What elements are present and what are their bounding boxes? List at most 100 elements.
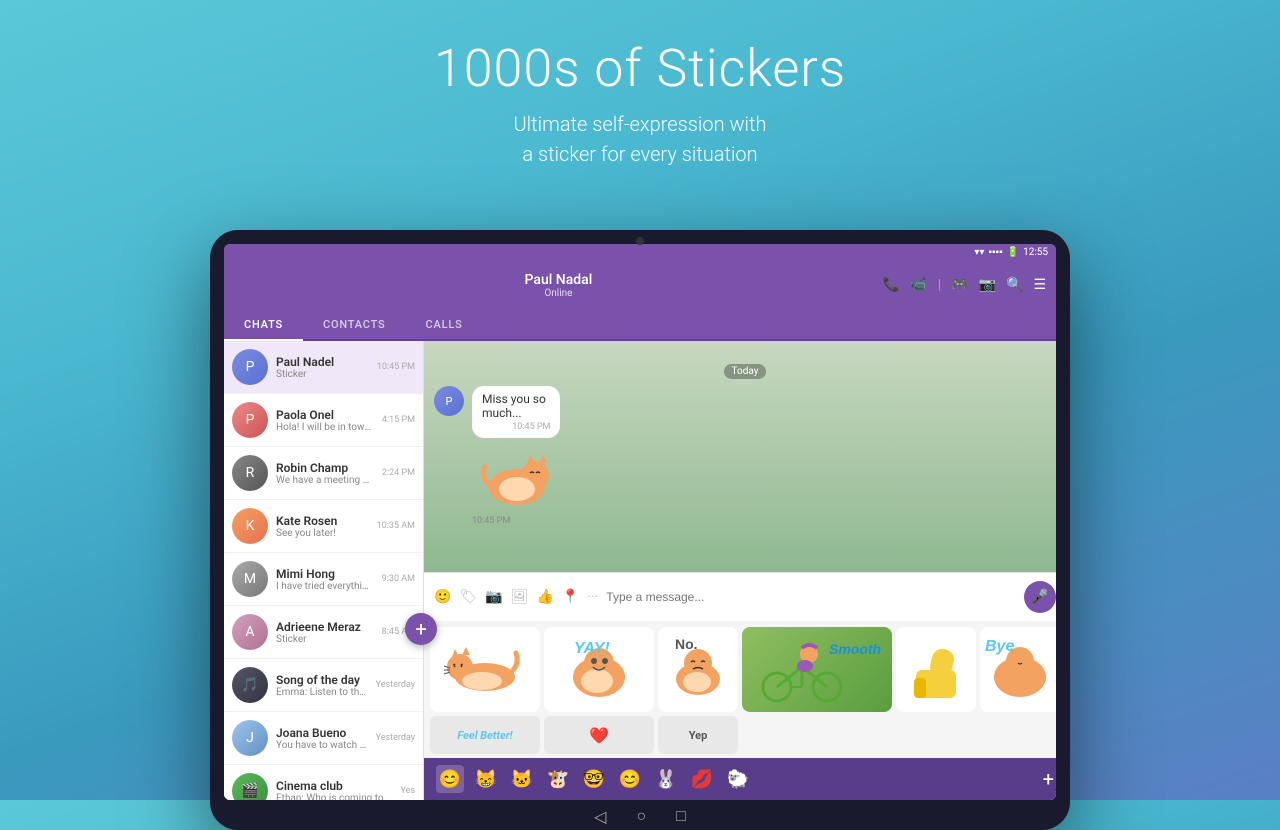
search-icon[interactable]: 🔍: [1006, 277, 1023, 293]
emoji-input-icon[interactable]: 🙂: [434, 589, 451, 605]
message-avatar: P: [434, 386, 464, 416]
menu-icon[interactable]: ☰: [1033, 277, 1046, 293]
chat-preview: I have tried everything, nothing works!: [276, 581, 374, 592]
call-icon[interactable]: 📞: [883, 277, 900, 293]
sticker-thumb-svg: [906, 635, 966, 705]
sticker-smooth-svg: Smooth: [747, 632, 887, 707]
mic-button[interactable]: 🎤: [1024, 581, 1056, 613]
svg-text:Bye: Bye: [985, 638, 1014, 655]
add-chat-button[interactable]: +: [405, 613, 437, 645]
chat-item-paul[interactable]: P Paul Nadel Sticker 10:45 PM: [224, 341, 423, 394]
chat-info-cinema: Cinema club Ethan: Who is coming tonight…: [276, 779, 392, 801]
chat-info-mimi: Mimi Hong I have tried everything, nothi…: [276, 567, 374, 592]
svg-text:Smooth: Smooth: [829, 641, 881, 657]
chat-info-song: Song of the day Emma: Listen to this tra…: [276, 673, 368, 698]
emoji-bar-items: 😊 😸 🐱 🐮 🤓 😊 🐰 💋 🐑: [436, 765, 752, 793]
like-input-icon[interactable]: 👍: [536, 589, 553, 605]
tab-calls[interactable]: CALLS: [406, 310, 483, 339]
emoji-add-button[interactable]: +: [1043, 767, 1054, 791]
emoji-item-cat2[interactable]: 🐱: [508, 765, 536, 793]
wifi-icon: ▾▾: [974, 247, 984, 258]
tab-contacts[interactable]: CONTACTS: [303, 310, 406, 339]
hero-title: 1000s of Stickers: [0, 38, 1280, 99]
status-bar: ▾▾ ▪▪▪▪ 🔋 12:55: [224, 244, 1056, 260]
chat-item-cinema[interactable]: 🎬 Cinema club Ethan: Who is coming tonig…: [224, 765, 423, 800]
sticker-cat-svg: [477, 447, 557, 512]
sticker-no-svg: No.: [663, 635, 733, 705]
camera-icon[interactable]: 📷: [979, 277, 996, 293]
chat-meta: 10:45 PM: [377, 362, 415, 372]
back-button[interactable]: ◁: [594, 807, 606, 826]
input-icons-left: 🙂 🏷 📷 🖼 👍 📍 ···: [434, 589, 598, 605]
message-input[interactable]: [606, 590, 1016, 604]
chat-preview: Sticker: [276, 634, 374, 645]
emoji-item-nerd[interactable]: 🤓: [580, 765, 608, 793]
video-icon[interactable]: 📹: [910, 277, 927, 293]
location-input-icon[interactable]: 📍: [562, 589, 579, 605]
emoji-item-lips[interactable]: 💋: [688, 765, 716, 793]
emoji-item-smiley[interactable]: 😊: [436, 765, 464, 793]
sticker-bye[interactable]: Bye: [980, 627, 1056, 712]
chat-item-robin[interactable]: R Robin Champ We have a meeting at 16 o'…: [224, 447, 423, 500]
sticker-display: [472, 444, 562, 514]
chat-preview: Emma: Listen to this track!: [276, 687, 368, 698]
sticker-yep[interactable]: Yep: [658, 716, 738, 754]
emoji-item-rabbit[interactable]: 🐰: [652, 765, 680, 793]
emoji-item-cat[interactable]: 😸: [472, 765, 500, 793]
chat-time: 10:35 AM: [377, 521, 415, 531]
emoji-bar: 😊 😸 🐱 🐮 🤓 😊 🐰 💋 🐑 +: [424, 758, 1056, 800]
gamepad-icon[interactable]: 🎮: [951, 277, 968, 293]
camera-input-icon[interactable]: 📷: [485, 589, 502, 605]
chat-name: Cinema club: [276, 779, 392, 793]
sticker-1[interactable]: [430, 627, 540, 712]
nav-tabs: CHATS CONTACTS CALLS: [224, 310, 1056, 341]
sticker-input-icon[interactable]: 🏷: [459, 589, 477, 605]
sticker-cat-stretch: [440, 635, 530, 705]
svg-text:No.: No.: [675, 636, 698, 652]
contact-name: Paul Nadal: [234, 272, 883, 288]
chat-time: 9:30 AM: [382, 574, 415, 584]
chat-item-adrieene[interactable]: A Adrieene Meraz Sticker 8:45 AM: [224, 606, 423, 659]
avatar-song: 🎵: [232, 667, 268, 703]
chat-item-mimi[interactable]: M Mimi Hong I have tried everything, not…: [224, 553, 423, 606]
sticker-thumb[interactable]: [896, 627, 976, 712]
avatar-kate: K: [232, 508, 268, 544]
sticker-smooth[interactable]: Smooth: [742, 627, 892, 712]
chat-messages: Today P Miss you so much... 10:45 PM: [424, 341, 1056, 572]
chat-info-robin: Robin Champ We have a meeting at 16 o'cl…: [276, 461, 374, 486]
svg-text:YAY!: YAY!: [574, 640, 611, 657]
sticker-no[interactable]: No.: [658, 627, 738, 712]
sticker-row-1: YAY! No.: [424, 621, 1056, 714]
home-button[interactable]: ○: [636, 806, 646, 826]
chat-item-song[interactable]: 🎵 Song of the day Emma: Listen to this t…: [224, 659, 423, 712]
sticker-feel-better[interactable]: Feel Better!: [430, 716, 540, 754]
emoji-item-cow[interactable]: 🐮: [544, 765, 572, 793]
chat-time: 10:45 PM: [377, 362, 415, 372]
chat-item-paola[interactable]: P Paola Onel Hola! I will be in town nex…: [224, 394, 423, 447]
chat-item-joana[interactable]: J Joana Bueno You have to watch this! Ye…: [224, 712, 423, 765]
more-input-icon[interactable]: ···: [587, 589, 598, 605]
chat-preview: You have to watch this!: [276, 740, 368, 751]
chat-preview: Ethan: Who is coming tonight?: [276, 793, 392, 801]
sticker-time: 10:45 PM: [472, 516, 598, 526]
sticker-heart[interactable]: ❤️: [544, 716, 654, 754]
chat-preview: We have a meeting at 16 o'clock...: [276, 475, 374, 486]
chat-list: P Paul Nadel Sticker 10:45 PM P Paola On…: [224, 341, 424, 800]
emoji-item-face[interactable]: 😊: [616, 765, 644, 793]
emoji-item-sheep[interactable]: 🐑: [724, 765, 752, 793]
recents-button[interactable]: □: [676, 806, 686, 826]
image-input-icon[interactable]: 🖼: [511, 589, 529, 605]
tablet-screen: ▾▾ ▪▪▪▪ 🔋 12:55 Paul Nadal Online 📞 📹 | …: [224, 244, 1056, 800]
chat-info-adrieene: Adrieene Meraz Sticker: [276, 620, 374, 645]
sticker-yay[interactable]: YAY!: [544, 627, 654, 712]
chat-window: Today P Miss you so much... 10:45 PM: [424, 341, 1056, 800]
avatar-cinema: 🎬: [232, 773, 268, 800]
avatar-robin: R: [232, 455, 268, 491]
chat-preview: Sticker: [276, 369, 369, 380]
tab-chats[interactable]: CHATS: [224, 310, 303, 339]
chat-name: Mimi Hong: [276, 567, 374, 581]
chat-info-kate: Kate Rosen See you later!: [276, 514, 369, 539]
message-group: Miss you so much... 10:45 PM: [472, 386, 598, 526]
avatar-mimi: M: [232, 561, 268, 597]
chat-item-kate[interactable]: K Kate Rosen See you later! 10:35 AM: [224, 500, 423, 553]
